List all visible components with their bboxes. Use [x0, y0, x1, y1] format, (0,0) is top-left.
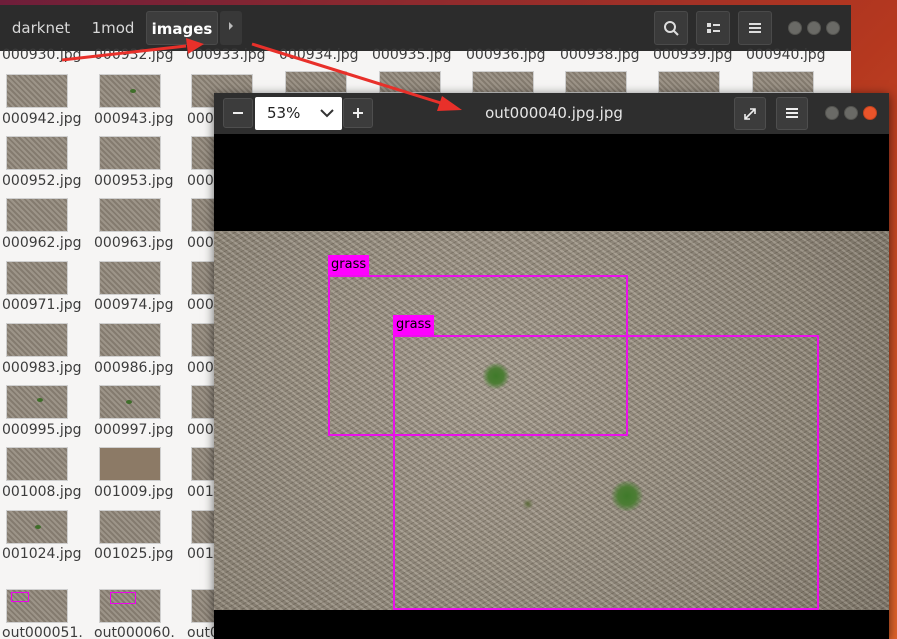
- arrowhead: [186, 38, 204, 54]
- annotation-arrow: [251, 42, 445, 106]
- annotation-arrow: [61, 44, 187, 62]
- arrowhead: [437, 96, 462, 111]
- annotation-arrows: [61, 38, 462, 111]
